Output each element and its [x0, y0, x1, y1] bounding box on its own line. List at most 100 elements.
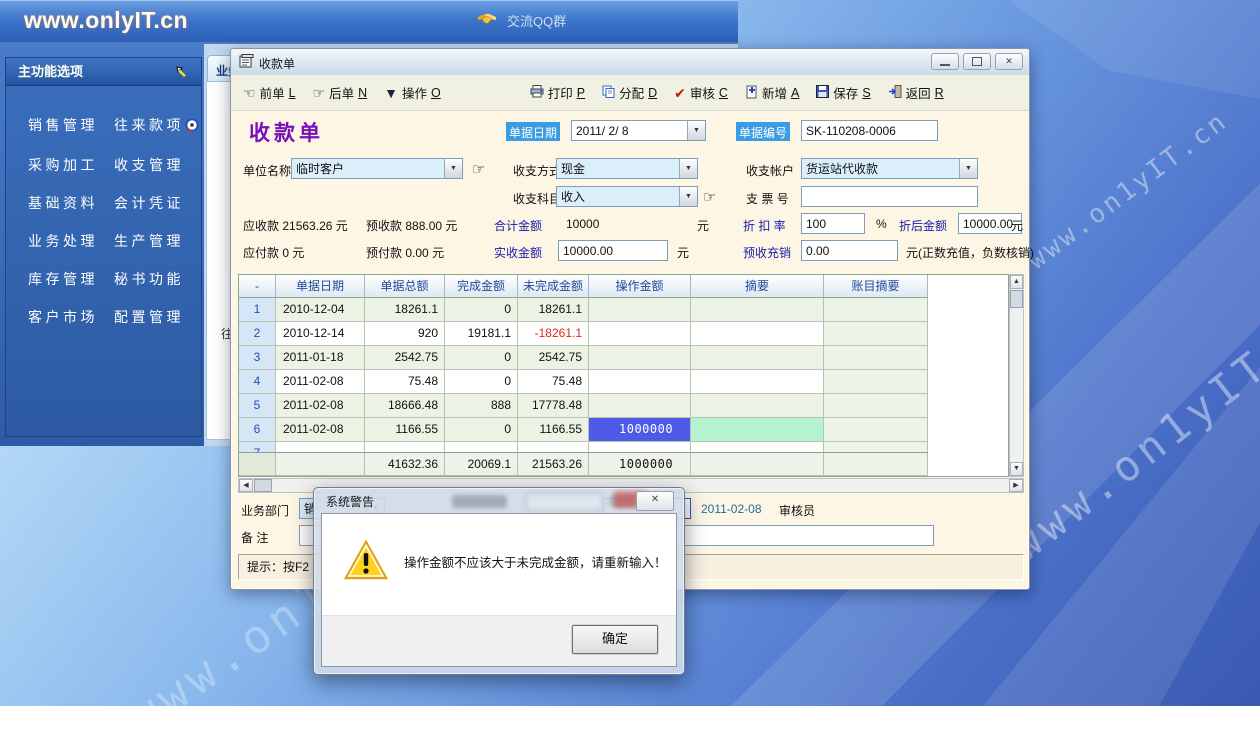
- scrollbar-thumb[interactable]: [1010, 290, 1023, 308]
- sidebar-item-transactions[interactable]: 往来款项: [114, 106, 201, 146]
- chevron-down-icon[interactable]: ▼: [679, 159, 697, 178]
- scrollbar-thumb[interactable]: [254, 479, 272, 492]
- acct-memo-cell[interactable]: [824, 418, 928, 442]
- hand-pointer-icon[interactable]: ☞: [703, 188, 716, 206]
- sidebar-item-accounting[interactable]: 会计凭证: [114, 184, 201, 222]
- table-row[interactable]: 22010-12-1492019181.1-18261.1: [239, 322, 1008, 346]
- op-amount-cell[interactable]: [589, 346, 691, 370]
- scroll-left-button[interactable]: ◀: [239, 479, 253, 492]
- doc-no-input[interactable]: SK-110208-0006: [801, 120, 938, 141]
- receivable-text: 应收款 21563.26 元: [243, 217, 348, 234]
- sidebar-item-config[interactable]: 配置管理: [114, 298, 201, 336]
- cheque-input[interactable]: [801, 186, 978, 207]
- save-button[interactable]: 保存S: [816, 83, 870, 102]
- next-doc-button[interactable]: ☞后单N: [313, 83, 368, 102]
- close-button[interactable]: ✕: [995, 53, 1023, 70]
- memo-cell-highlight[interactable]: [691, 418, 824, 442]
- col-memo: 摘要: [691, 275, 824, 298]
- hand-pointer-icon[interactable]: ☞: [472, 160, 485, 178]
- memo-cell[interactable]: [691, 298, 824, 322]
- window-title-bar[interactable]: 收款单 ✕: [231, 49, 1029, 76]
- payable-text: 应付款 0 元: [243, 244, 304, 261]
- sync-icon: [185, 108, 199, 146]
- dialog-footer: 确定: [322, 615, 676, 666]
- total-op-amount-cell: 1000000: [589, 452, 691, 476]
- acct-memo-cell[interactable]: [824, 370, 928, 394]
- total-undone-amount: 21563.26: [518, 452, 589, 476]
- return-button[interactable]: 返回R: [888, 83, 944, 102]
- new-document-icon: [745, 85, 758, 101]
- sidebar-item-customers[interactable]: 客户市场: [28, 298, 114, 336]
- print-button[interactable]: 打印P: [530, 83, 585, 102]
- sidebar-item-purchasing[interactable]: 采购加工: [28, 146, 114, 184]
- assign-button[interactable]: 分配D: [602, 83, 657, 102]
- method-combobox[interactable]: 现金▼: [556, 158, 698, 179]
- chevron-down-icon[interactable]: ▼: [959, 159, 977, 178]
- sidebar-item-business[interactable]: 业务处理: [28, 222, 114, 260]
- table-row[interactable]: 12010-12-0418261.1018261.1: [239, 298, 1008, 322]
- sidebar-item-secretary[interactable]: 秘书功能: [114, 260, 201, 298]
- memo-cell[interactable]: [691, 346, 824, 370]
- sidebar-item-inventory[interactable]: 库存管理: [28, 260, 114, 298]
- copy-icon: [602, 85, 615, 100]
- add-button[interactable]: 新增A: [745, 83, 799, 102]
- total-amount-unit: 元: [697, 217, 709, 234]
- memo-cell[interactable]: [691, 394, 824, 418]
- form-title: 收款单: [249, 117, 324, 147]
- chevron-down-icon[interactable]: ▼: [444, 159, 462, 178]
- table-row[interactable]: 52011-02-0818666.4888817778.48: [239, 394, 1008, 418]
- account-label: 收支帐户: [746, 162, 794, 179]
- op-amount-cell-selected[interactable]: 1000000: [589, 418, 691, 442]
- prev-doc-button[interactable]: ☜前单L: [243, 83, 296, 102]
- table-row[interactable]: 42011-02-0875.48075.48: [239, 370, 1008, 394]
- col-doc-total: 单据总额: [365, 275, 445, 298]
- table-totals-row: 41632.3620069.121563.261000000: [239, 452, 928, 476]
- unit-combobox[interactable]: 临时客户▼: [291, 158, 463, 179]
- total-amount-label: 合计金额: [494, 217, 542, 234]
- op-amount-cell[interactable]: [589, 298, 691, 322]
- acct-memo-cell[interactable]: [824, 394, 928, 418]
- maximize-button[interactable]: [963, 53, 991, 70]
- doc-date-label: 单据日期: [506, 122, 560, 141]
- qq-group-link[interactable]: 交流QQ群: [476, 11, 566, 30]
- col-acct-memo: 账目摘要: [824, 275, 928, 298]
- op-amount-cell[interactable]: [589, 322, 691, 346]
- op-amount-editor[interactable]: 1000000: [589, 418, 690, 441]
- audit-button[interactable]: ✔审核C: [674, 83, 728, 102]
- chevron-down-icon[interactable]: ▼: [687, 121, 705, 140]
- ok-button[interactable]: 确定: [572, 625, 658, 654]
- table-row[interactable]: 32011-01-182542.7502542.75: [239, 346, 1008, 370]
- chevron-down-icon[interactable]: ▼: [679, 187, 697, 206]
- documents-table: - 单据日期 单据总额 完成金额 未完成金额 操作金额 摘要 账目摘要 1201…: [238, 274, 1009, 477]
- subject-combobox[interactable]: 收入▼: [556, 186, 698, 207]
- actual-amount-input[interactable]: 10000.00: [558, 240, 668, 261]
- sidebar-item-income-expense[interactable]: 收支管理: [114, 146, 201, 184]
- minimize-button[interactable]: [931, 53, 959, 70]
- col-done: 完成金额: [445, 275, 518, 298]
- scroll-right-button[interactable]: ▶: [1009, 479, 1023, 492]
- offset-input[interactable]: 0.00: [801, 240, 898, 261]
- acct-memo-cell[interactable]: [824, 346, 928, 370]
- after-discount-label: 折后金额: [899, 217, 947, 234]
- sidebar-item-sales[interactable]: 销售管理: [28, 106, 114, 146]
- sidebar-item-production[interactable]: 生产管理: [114, 222, 201, 260]
- sidebar-item-base-data[interactable]: 基础资料: [28, 184, 114, 222]
- op-amount-cell[interactable]: [589, 370, 691, 394]
- scroll-up-button[interactable]: ▲: [1010, 275, 1023, 289]
- op-amount-cell[interactable]: [589, 394, 691, 418]
- table-row-selected[interactable]: 62011-02-081166.5501166.551000000: [239, 418, 1008, 442]
- doc-date-combobox[interactable]: 2011/ 2/ 8▼: [571, 120, 706, 141]
- memo-cell[interactable]: [691, 370, 824, 394]
- pushpin-icon[interactable]: [174, 63, 191, 80]
- acct-memo-cell[interactable]: [824, 322, 928, 346]
- handshake-icon: [476, 12, 498, 29]
- action-menu-button[interactable]: ▼操作O: [384, 83, 441, 102]
- acct-memo-cell[interactable]: [824, 298, 928, 322]
- memo-cell[interactable]: [691, 322, 824, 346]
- discount-rate-input[interactable]: 100: [801, 213, 865, 234]
- scroll-down-button[interactable]: ▼: [1010, 462, 1023, 476]
- account-combobox[interactable]: 货运站代收款▼: [801, 158, 978, 179]
- vertical-scrollbar[interactable]: ▲ ▼: [1009, 274, 1024, 477]
- table-header: - 单据日期 单据总额 完成金额 未完成金额 操作金额 摘要 账目摘要: [239, 275, 1008, 298]
- dialog-close-button[interactable]: ✕: [636, 491, 674, 511]
